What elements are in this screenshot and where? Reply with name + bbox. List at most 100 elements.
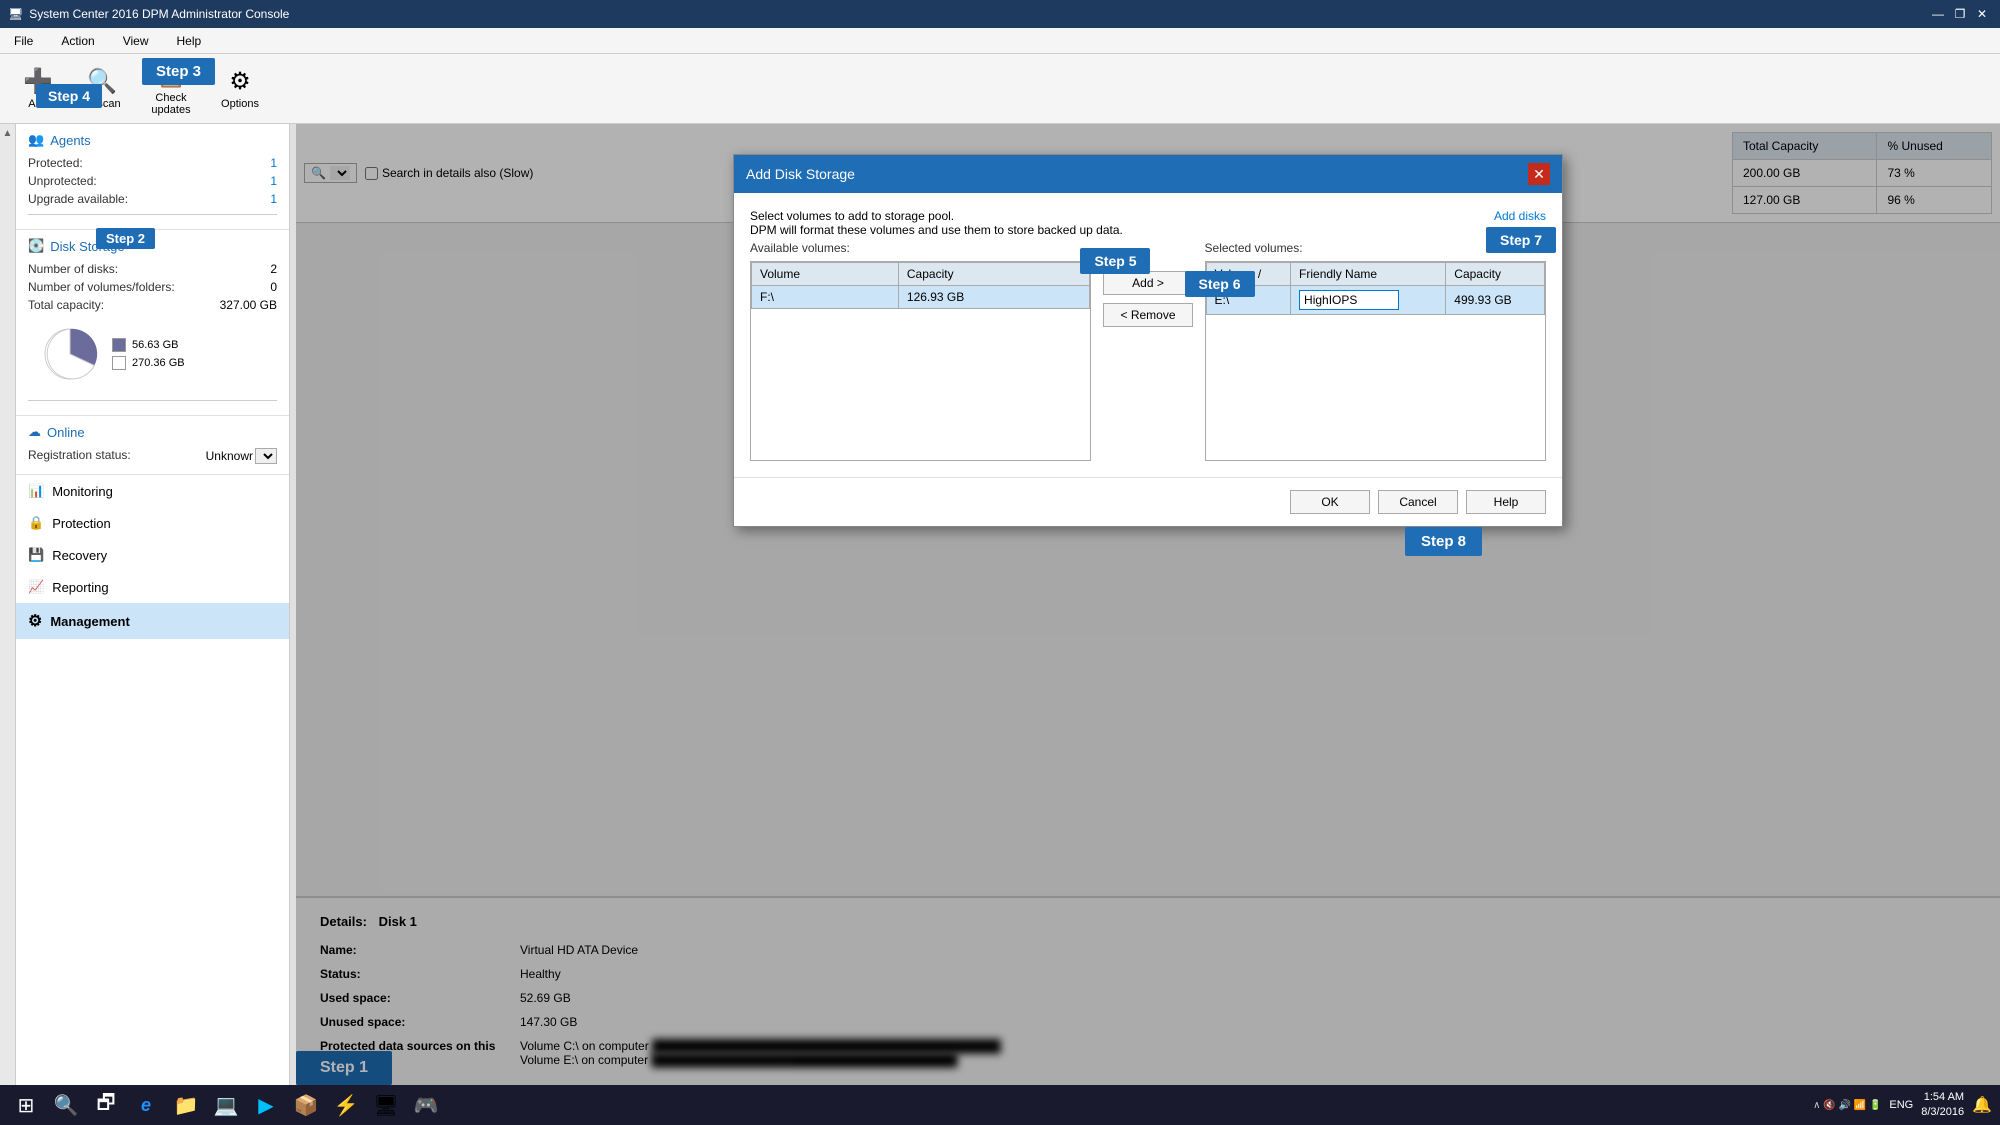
start-button[interactable]: ⊞ [8, 1087, 44, 1123]
dialog-title-bar: Add Disk Storage ✕ [734, 155, 1562, 193]
remove-volume-button[interactable]: < Remove [1103, 303, 1192, 327]
menu-view[interactable]: View [117, 32, 155, 50]
maximize-button[interactable]: ❐ [1950, 5, 1970, 23]
ok-button[interactable]: OK [1290, 490, 1370, 514]
num-disks-value: 2 [270, 262, 277, 276]
dialog-desc1: Select volumes to add to storage pool. [750, 209, 1123, 223]
selected-table: Volume / Friendly Name Capacity E:\ [1206, 262, 1545, 315]
total-capacity-value: 327.00 GB [220, 298, 277, 312]
selected-volumes-panel: Selected volumes: Volume / Friendly Name… [1205, 241, 1546, 461]
online-label: Online [47, 425, 85, 440]
pie-chart-area: 56.63 GB 270.36 GB [28, 314, 277, 394]
sidebar-item-protection[interactable]: 🔒 Protection [16, 507, 289, 539]
agents-label: Agents [50, 133, 90, 148]
management-label: Management [50, 614, 129, 629]
cancel-button[interactable]: Cancel [1378, 490, 1458, 514]
sidebar-item-management[interactable]: ⚙ Management [16, 603, 289, 639]
reg-status-label: Registration status: [28, 448, 131, 464]
dialog-body: Select volumes to add to storage pool. D… [734, 193, 1562, 477]
sel-friendly [1291, 286, 1446, 315]
legend-used-label: 56.63 GB [132, 339, 178, 351]
num-disks-row: Number of disks: 2 [28, 260, 277, 278]
dialog-desc-area: Select volumes to add to storage pool. D… [750, 209, 1546, 237]
app1-button[interactable]: 📦 [288, 1087, 324, 1123]
sidebar: ▲ 👥 Agents Protected: 1 Unprotected: 1 U… [0, 124, 290, 1085]
notifications-button[interactable]: 🔔 [1972, 1095, 1992, 1115]
agents-icon: 👥 [28, 132, 44, 148]
ie-button[interactable]: e [128, 1087, 164, 1123]
available-table: Volume Capacity F:\ 126.93 GB [751, 262, 1090, 309]
check-updates-label: Check updates [136, 92, 206, 116]
avail-capacity: 126.93 GB [898, 286, 1090, 309]
unprotected-row: Unprotected: 1 [28, 172, 277, 190]
taskbar-right: ∧ 🔇 🔊 📶 🔋 ENG 1:54 AM 8/3/2016 🔔 [1813, 1090, 1992, 1121]
clock: 1:54 AM 8/3/2016 [1921, 1090, 1964, 1121]
reg-status-dropdown[interactable] [255, 448, 277, 464]
volumes-area: Available volumes: Volume Capacity [750, 241, 1546, 461]
app4-button[interactable]: 🎮 [408, 1087, 444, 1123]
app3-button[interactable]: 🖥 [368, 1087, 404, 1123]
add-disk-storage-dialog: Add Disk Storage ✕ Select volumes to add… [733, 154, 1563, 527]
online-icon: ☁ [28, 424, 41, 440]
options-label: Options [221, 98, 259, 110]
friendly-name-input[interactable] [1299, 290, 1399, 310]
app2-button[interactable]: ⚡ [328, 1087, 364, 1123]
legend-used: 56.63 GB [112, 338, 185, 352]
dialog-description: Select volumes to add to storage pool. D… [750, 209, 1123, 237]
legend-free-label: 270.36 GB [132, 357, 185, 369]
online-title[interactable]: ☁ Online [28, 424, 277, 440]
sel-capacity: 499.93 GB [1446, 286, 1545, 315]
available-table-row[interactable]: F:\ 126.93 GB [752, 286, 1090, 309]
content-area: 🔍 Search in details also (Slow) Total Ca… [296, 124, 2000, 1085]
disk-storage-icon: 💽 [28, 238, 44, 254]
protection-label: Protection [52, 516, 111, 531]
protection-icon: 🔒 [28, 515, 44, 531]
legend-used-box [112, 338, 126, 352]
available-volumes-panel: Available volumes: Volume Capacity [750, 241, 1091, 461]
title-bar-controls: — ❐ ✕ [1928, 5, 1992, 23]
minimize-button[interactable]: — [1928, 5, 1948, 23]
add-volume-button[interactable]: Add > [1103, 271, 1192, 295]
sel-friendly-header: Friendly Name [1291, 263, 1446, 286]
upgrade-label: Upgrade available: [28, 192, 128, 206]
upgrade-row: Upgrade available: 1 [28, 190, 277, 208]
close-button[interactable]: ✕ [1972, 5, 1992, 23]
reporting-icon: 📈 [28, 579, 44, 595]
task-view-button[interactable]: 🗗 [88, 1087, 124, 1123]
explorer-button[interactable]: 📁 [168, 1087, 204, 1123]
options-button[interactable]: ⚙ Options [210, 59, 270, 119]
search-taskbar-button[interactable]: 🔍 [48, 1087, 84, 1123]
dialog-overlay: Add Disk Storage ✕ Select volumes to add… [296, 124, 2000, 1085]
selected-volumes-list: Volume / Friendly Name Capacity E:\ [1205, 261, 1546, 461]
help-button[interactable]: Help [1466, 490, 1546, 514]
date-display: 8/3/2016 [1921, 1105, 1964, 1120]
menu-file[interactable]: File [8, 32, 39, 50]
available-volumes-list: Volume Capacity F:\ 126.93 GB [750, 261, 1091, 461]
agents-title[interactable]: 👥 Agents [28, 132, 277, 148]
options-icon: ⚙ [229, 67, 251, 96]
step8-badge: Step 8 [1405, 527, 1482, 556]
pie-chart [40, 324, 100, 384]
menu-help[interactable]: Help [171, 32, 208, 50]
num-volumes-value: 0 [270, 280, 277, 294]
avail-vol-header: Volume [752, 263, 899, 286]
total-capacity-label: Total capacity: [28, 298, 104, 312]
unprotected-label: Unprotected: [28, 174, 97, 188]
sidebar-item-monitoring[interactable]: 📊 Monitoring [16, 475, 289, 507]
title-bar-left: 🖥 System Center 2016 DPM Administrator C… [8, 7, 289, 21]
selected-table-row[interactable]: E:\ 499.93 GB [1206, 286, 1544, 315]
sidebar-item-recovery[interactable]: 💾 Recovery [16, 539, 289, 571]
add-disks-link[interactable]: Add disks [1494, 209, 1546, 223]
computer-button[interactable]: 💻 [208, 1087, 244, 1123]
dialog-close-button[interactable]: ✕ [1528, 163, 1550, 185]
avail-volume: F:\ [752, 286, 899, 309]
ps-button[interactable]: ▶ [248, 1087, 284, 1123]
reporting-label: Reporting [52, 580, 108, 595]
sel-cap-header: Capacity [1446, 263, 1545, 286]
taskbar: ⊞ 🔍 🗗 e 📁 💻 ▶ 📦 ⚡ 🖥 🎮 ∧ 🔇 🔊 📶 🔋 ENG 1:54… [0, 1085, 2000, 1125]
menu-action[interactable]: Action [55, 32, 100, 50]
menu-bar: File Action View Help [0, 28, 2000, 54]
scroll-handle[interactable]: ▲ [0, 124, 16, 1085]
sidebar-item-reporting[interactable]: 📈 Reporting [16, 571, 289, 603]
step5-badge: Step 5 [1080, 248, 1150, 274]
